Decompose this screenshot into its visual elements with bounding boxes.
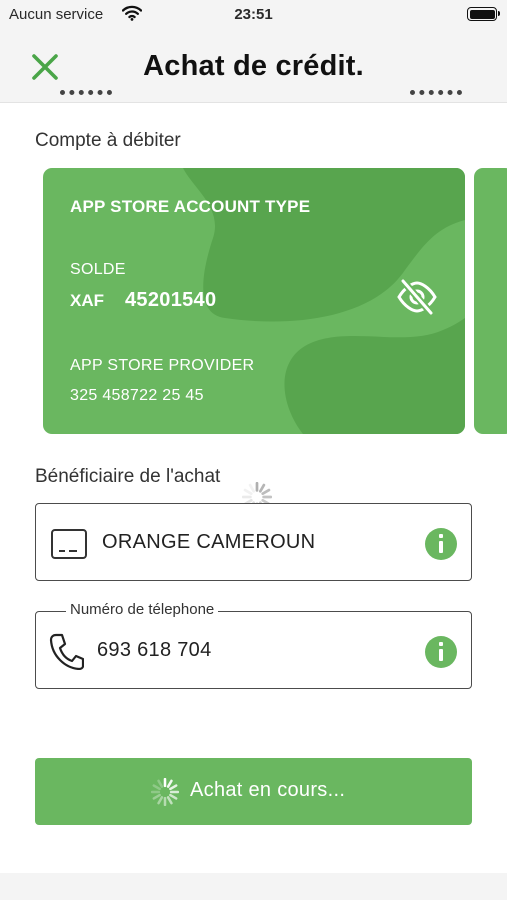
purchase-button-label: Achat en cours... xyxy=(190,779,346,801)
balance-currency: XAF xyxy=(70,291,104,310)
info-icon[interactable] xyxy=(425,528,457,560)
purchase-button[interactable]: Achat en cours... xyxy=(35,758,472,825)
account-card[interactable]: APP STORE ACCOUNT TYPE SOLDE XAF 4520154… xyxy=(43,168,465,434)
next-account-card[interactable] xyxy=(474,168,507,434)
scrolled-content-peek xyxy=(0,84,507,106)
info-icon[interactable] xyxy=(425,636,457,668)
page-title: Achat de crédit. xyxy=(143,50,364,82)
eye-off-icon[interactable] xyxy=(395,277,439,322)
operator-field[interactable]: ORANGE CAMEROUN xyxy=(35,503,472,581)
phone-field-legend: Numéro de télephone xyxy=(66,601,219,618)
peek-right xyxy=(410,84,462,95)
battery-icon xyxy=(467,7,500,21)
phone-icon xyxy=(48,632,85,675)
bottom-safe-area xyxy=(0,873,507,900)
status-bar: Aucun service 23:51 xyxy=(0,0,507,30)
beneficiary-label: Bénéficiaire de l'achat xyxy=(35,466,221,487)
phone-number-value[interactable]: 693 618 704 xyxy=(97,639,212,662)
clock: 23:51 xyxy=(234,6,273,23)
account-number: 325 458722 25 45 xyxy=(70,387,204,404)
account-type: APP STORE ACCOUNT TYPE xyxy=(70,197,311,216)
operator-value: ORANGE CAMEROUN xyxy=(102,531,316,553)
sim-card-icon xyxy=(50,528,88,565)
peek-left xyxy=(60,84,112,95)
phone-number-field[interactable]: Numéro de télephone 693 618 704 xyxy=(35,601,472,689)
spinner-icon xyxy=(150,777,180,811)
balance-label: SOLDE xyxy=(70,261,126,278)
provider-label: APP STORE PROVIDER xyxy=(70,357,255,374)
debit-account-label: Compte à débiter xyxy=(35,130,181,151)
balance-amount: 45201540 xyxy=(125,289,217,311)
